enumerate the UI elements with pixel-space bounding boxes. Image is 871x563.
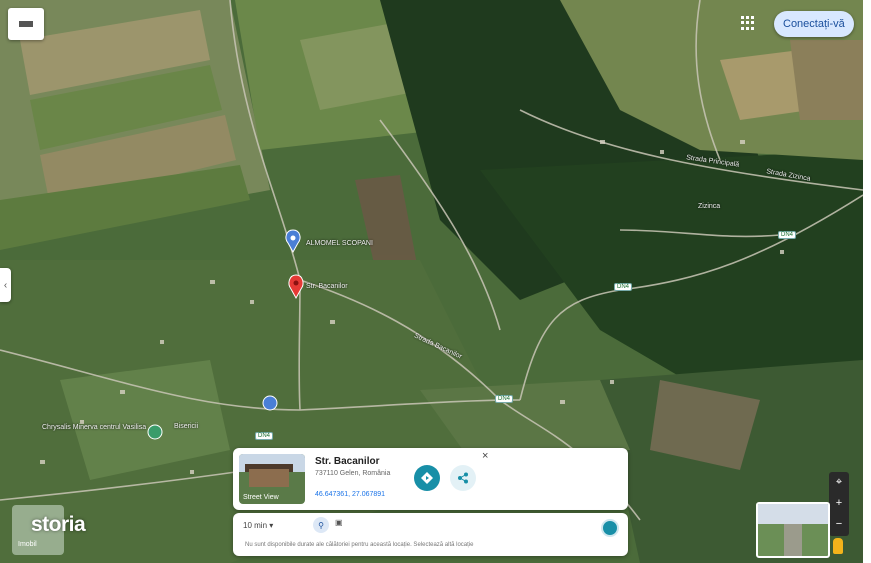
map-label-zizinca: Zizinca: [698, 203, 721, 210]
apps-grid-icon[interactable]: [741, 16, 755, 30]
directions-icon: [421, 472, 433, 484]
map-label-church: Chrysalis Minerva centrul Vasilisa: [42, 424, 147, 431]
travel-time-select[interactable]: 10 min ▾: [243, 521, 273, 530]
storia-sub-label: Imobil: [18, 541, 37, 548]
route-toggle[interactable]: [601, 519, 619, 537]
directions-button[interactable]: [414, 465, 440, 491]
car-icon[interactable]: ▣: [335, 518, 343, 527]
map-label-bisericii: Bisericii: [174, 423, 199, 430]
layers-icon: [19, 21, 33, 27]
road-tag: DN4: [778, 231, 797, 239]
layers-button[interactable]: [8, 8, 44, 40]
place-title: Str. Bacanilor: [315, 456, 380, 467]
pegman-icon[interactable]: [833, 538, 843, 554]
street-view-thumbnail[interactable]: Street View: [239, 454, 305, 504]
road-tag: DN4: [255, 432, 274, 440]
storia-logo: storia: [31, 513, 86, 536]
place-address: 737110 Gelen, România: [315, 470, 391, 477]
street-view-preview[interactable]: [756, 502, 830, 558]
zoom-controls: ⌖ + −: [829, 472, 849, 536]
route-card: 10 min ▾ ⚲ ▣ Nu sunt disponibile durate …: [233, 513, 628, 556]
road-tag: DN4: [495, 395, 514, 403]
share-icon: [458, 472, 468, 484]
zoom-in-button[interactable]: +: [829, 493, 849, 514]
locate-button[interactable]: ⌖: [829, 472, 849, 493]
sign-in-button[interactable]: Conectați-vă: [774, 11, 854, 37]
zoom-out-button[interactable]: −: [829, 514, 849, 535]
place-coordinates[interactable]: 46.647361, 27.067891: [315, 491, 385, 498]
place-info-card[interactable]: Street View Str. Bacanilor 737110 Gelen,…: [233, 448, 628, 510]
close-card-button[interactable]: ×: [482, 450, 488, 462]
map-label-pin: Str. Bacanilor: [306, 283, 348, 290]
street-view-label: Street View: [243, 494, 279, 501]
walk-icon[interactable]: ⚲: [313, 517, 329, 533]
frame-edge: [863, 0, 871, 563]
collapse-panel-button[interactable]: ‹: [0, 268, 11, 302]
share-button[interactable]: [450, 465, 476, 491]
road-tag: DN4: [614, 283, 633, 291]
route-message: Nu sunt disponibile durate ale călătorie…: [245, 542, 474, 548]
map-label-saved-place: ALMOMEL SCOPANI: [306, 240, 373, 247]
